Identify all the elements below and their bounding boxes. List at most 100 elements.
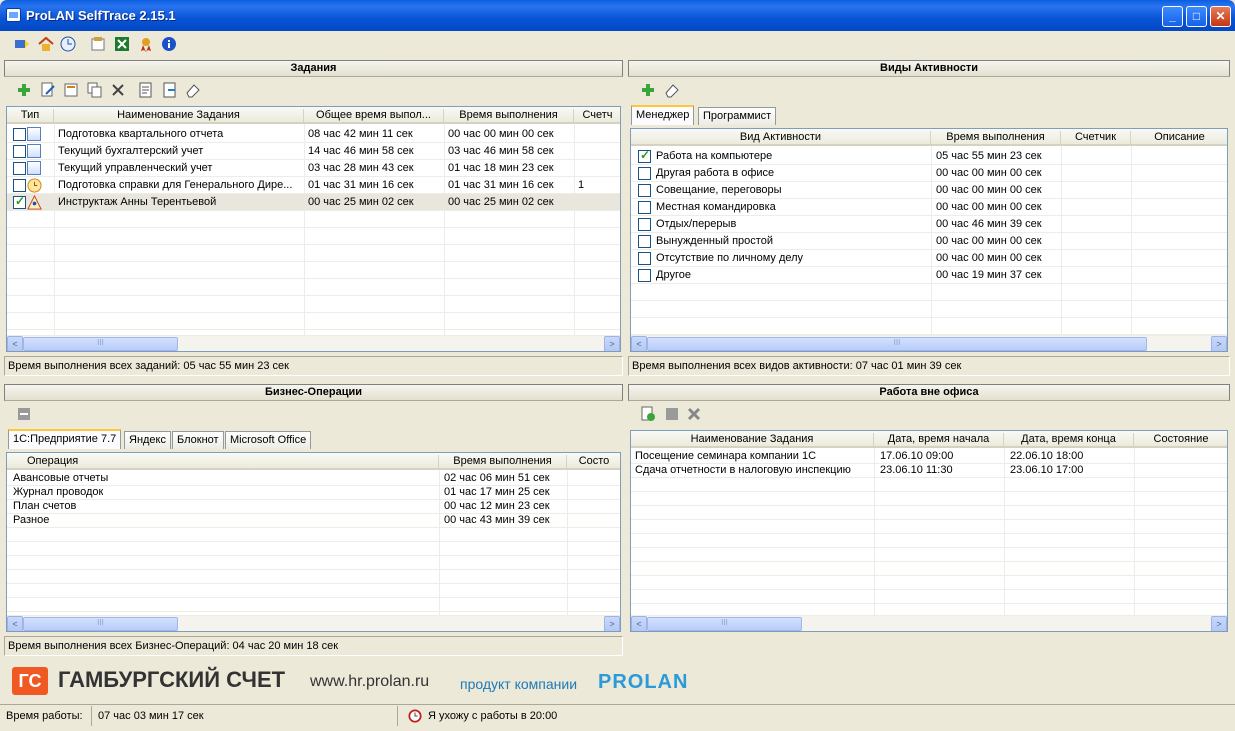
exit-icon[interactable] [14,36,30,52]
activity-hscroll[interactable]: < III > [631,335,1227,351]
edit-trip-icon[interactable] [664,406,680,422]
settings-icon[interactable] [90,36,106,52]
activity-checkbox[interactable] [638,148,651,163]
list-item[interactable]: Другая работа в офисе 00 час 00 мин 00 се… [631,165,1227,182]
eraser-icon[interactable] [664,82,680,98]
minimize-button[interactable]: _ [1162,6,1183,27]
tab-msoffice[interactable]: Microsoft Office [225,431,312,449]
delete-task-icon[interactable] [110,82,126,98]
scroll-thumb[interactable]: III [647,337,1147,351]
scroll-left-button[interactable]: < [7,336,23,351]
list-item[interactable]: План счетов 00 час 12 мин 23 сек [7,500,620,514]
col-trip-end[interactable]: Дата, время конца [1004,433,1134,447]
col-activity[interactable]: Вид Активности [631,131,931,145]
leave-time[interactable]: Я ухожу с работы в 20:00 [428,706,1218,726]
tab-yandex[interactable]: Яндекс [124,431,171,449]
task-checkbox[interactable] [13,179,26,192]
info-icon[interactable] [161,36,177,52]
clock-icon[interactable] [60,36,76,52]
home-icon[interactable] [38,36,54,52]
col-operation[interactable]: Операция [7,455,439,469]
scroll-thumb[interactable]: III [23,617,178,631]
edit-task-icon[interactable] [40,82,56,98]
add-trip-icon[interactable] [640,406,656,422]
eraser-icon[interactable] [185,82,201,98]
tab-programmer[interactable]: Программист [698,107,777,125]
scroll-left-button[interactable]: < [631,616,647,631]
col-trip-state[interactable]: Состояние [1134,433,1227,447]
col-trip-name[interactable]: Наименование Задания [631,433,874,447]
task-checkbox[interactable] [13,194,26,209]
activity-checkbox[interactable] [638,167,651,180]
list-item[interactable]: Другое 00 час 19 мин 37 сек [631,267,1227,284]
add-activity-icon[interactable] [640,82,656,98]
table-row[interactable]: Текущий бухгалтерский учет 14 час 46 мин… [7,143,620,160]
activity-checkbox[interactable] [638,218,651,231]
col-op-time[interactable]: Время выполнения [439,455,567,469]
list-item[interactable]: Отсутствие по личному делу 00 час 00 мин … [631,250,1227,267]
col-activity-time[interactable]: Время выполнения [931,131,1061,145]
col-trip-start[interactable]: Дата, время начала [874,433,1004,447]
task-props-icon[interactable] [63,82,79,98]
tasks-hscroll[interactable]: < III > [7,335,620,351]
brand-banner: ГС ГАМБУРГСКИЙ СЧЕТ www.hr.prolan.ru про… [4,659,1230,703]
maximize-button[interactable]: □ [1186,6,1207,27]
scroll-thumb[interactable]: III [23,337,178,351]
list-item[interactable]: Совещание, переговоры 00 час 00 мин 00 се… [631,182,1227,199]
report-icon[interactable] [138,82,154,98]
copy-task-icon[interactable] [87,82,103,98]
scroll-right-button[interactable]: > [604,616,620,631]
tab-manager[interactable]: Менеджер [631,105,695,125]
brand-url[interactable]: www.hr.prolan.ru [310,673,429,691]
scroll-right-button[interactable]: > [1211,616,1227,631]
tab-notepad[interactable]: Блокнот [172,431,224,449]
col-type[interactable]: Тип [7,109,54,123]
col-task-name[interactable]: Наименование Задания [54,109,304,123]
activity-checkbox[interactable] [638,252,651,265]
list-item[interactable]: Местная командировка 00 час 00 мин 00 сек [631,199,1227,216]
scroll-right-button[interactable]: > [1211,336,1227,351]
op-name: Журнал проводок [13,486,104,498]
delete-trip-icon[interactable] [686,406,702,422]
award-icon[interactable] [138,36,154,52]
scroll-left-button[interactable]: < [631,336,647,351]
col-counter[interactable]: Счетч [574,109,620,123]
list-item[interactable]: Отдых/перерыв 00 час 46 мин 39 сек [631,216,1227,233]
list-item[interactable]: Сдача отчетности в налоговую инспекцию 23… [631,464,1227,478]
scroll-left-button[interactable]: < [7,616,23,631]
col-op-state[interactable]: Состо [567,455,620,469]
add-task-icon[interactable] [16,82,32,98]
col-activity-desc[interactable]: Описание [1131,131,1227,145]
activity-checkbox[interactable] [638,235,651,248]
export-icon[interactable] [162,82,178,98]
table-row[interactable]: Подготовка квартального отчета 08 час 42… [7,126,620,143]
col-total-time[interactable]: Общее время выпол... [304,109,444,123]
task-checkbox[interactable] [13,128,26,141]
list-item[interactable]: Журнал проводок 01 час 17 мин 25 сек [7,486,620,500]
list-item[interactable]: Работа на компьютере 05 час 55 мин 23 сек [631,148,1227,165]
trip-end: 23.06.10 17:00 [1010,464,1084,476]
close-button[interactable]: ✕ [1210,6,1231,27]
business-tool-icon[interactable] [16,406,32,422]
table-row[interactable]: Подготовка справки для Генерального Дире… [7,177,620,194]
list-item[interactable]: Разное 00 час 43 мин 39 сек [7,514,620,528]
list-item[interactable]: Вынужденный простой 00 час 00 мин 00 сек [631,233,1227,250]
business-hscroll[interactable]: < III > [7,615,620,631]
list-item[interactable]: Авансовые отчеты 02 час 06 мин 51 сек [7,472,620,486]
task-checkbox[interactable] [13,162,26,175]
activity-checkbox[interactable] [638,269,651,282]
tab-1c[interactable]: 1С:Предприятие 7.7 [8,429,122,449]
task-checkbox[interactable] [13,145,26,158]
scroll-thumb[interactable]: III [647,617,802,631]
col-activity-counter[interactable]: Счетчик [1061,131,1131,145]
col-time[interactable]: Время выполнения [444,109,574,123]
scroll-right-button[interactable]: > [604,336,620,351]
outside-hscroll[interactable]: < III > [631,615,1227,631]
excel-icon[interactable] [114,36,130,52]
task-icon [27,127,41,141]
table-row-selected[interactable]: Инструктаж Анны Терентьевой 00 час 25 ми… [7,194,620,211]
activity-checkbox[interactable] [638,184,651,197]
table-row[interactable]: Текущий управленческий учет 03 час 28 ми… [7,160,620,177]
activity-checkbox[interactable] [638,201,651,214]
list-item[interactable]: Посещение семинара компании 1С 17.06.10 0… [631,450,1227,464]
